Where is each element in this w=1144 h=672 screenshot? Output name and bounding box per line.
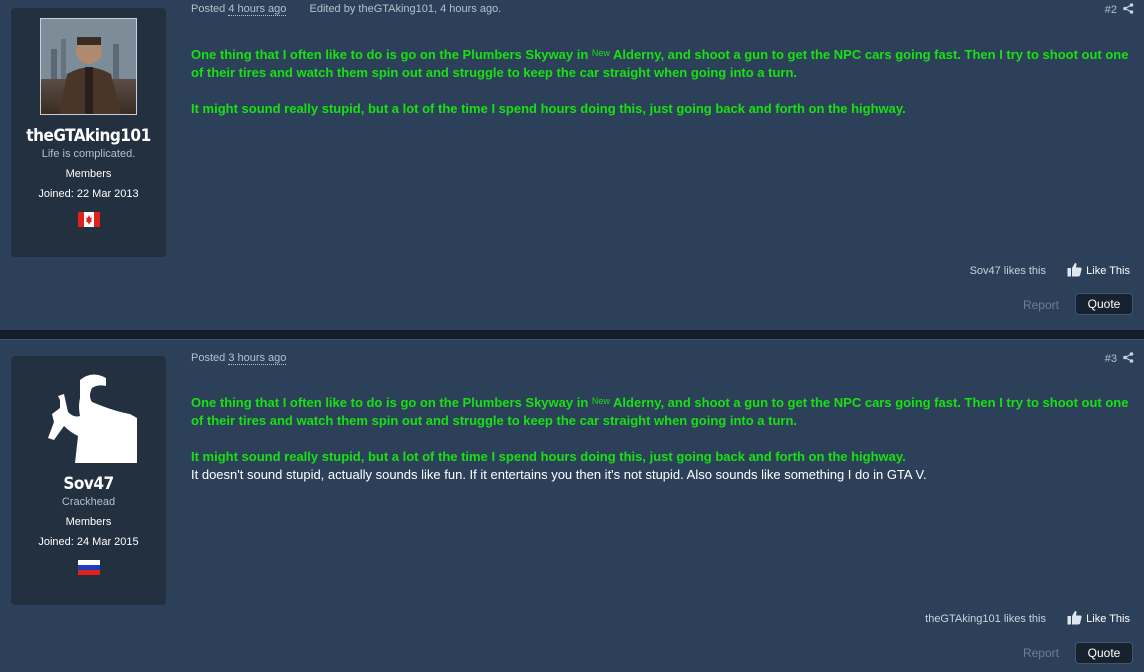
post-body: One thing that I often like to do is go … — [191, 44, 1131, 118]
username[interactable]: theGTAking101 — [11, 126, 166, 146]
post-divider — [0, 330, 1144, 340]
like-label[interactable]: Like This — [1086, 613, 1130, 625]
quoted-paragraph: One thing that I often like to do is go … — [191, 44, 1131, 82]
forum-post: theGTAking101 Life is complicated. Membe… — [0, 0, 1144, 330]
user-title: Life is complicated. — [41, 148, 136, 160]
edited-note: Edited by theGTAking101, 4 hours ago. — [309, 3, 502, 15]
avatar[interactable] — [40, 18, 137, 115]
posted-label: Posted — [191, 3, 226, 15]
quoted-paragraph: One thing that I often like to do is go … — [191, 392, 1131, 430]
like-label[interactable]: Like This — [1086, 265, 1130, 277]
user-title: Crackhead — [61, 496, 116, 508]
user-group: Members — [65, 516, 112, 528]
report-link[interactable]: Report — [1023, 298, 1059, 312]
user-card: theGTAking101 Life is complicated. Membe… — [11, 8, 166, 257]
post-timestamp[interactable]: 3 hours ago — [228, 352, 287, 365]
likes-summary[interactable]: theGTAking101 likes this — [925, 613, 1046, 625]
avatar[interactable] — [40, 366, 137, 463]
username[interactable]: Sov47 — [11, 474, 166, 494]
post-body: One thing that I often like to do is go … — [191, 392, 1131, 484]
quoted-paragraph-2: It might sound really stupid, but a lot … — [191, 101, 906, 116]
like-button[interactable]: Like This — [1067, 610, 1130, 628]
post-number-label[interactable]: #2 — [1105, 4, 1117, 16]
quote-sup: New — [591, 396, 610, 406]
quote-button[interactable]: Quote — [1075, 293, 1133, 315]
quote-button[interactable]: Quote — [1075, 642, 1133, 664]
quote-sup: New — [591, 48, 610, 58]
post-number[interactable]: #2 — [1105, 3, 1134, 17]
post-timestamp[interactable]: 4 hours ago — [228, 3, 287, 16]
like-button[interactable]: Like This — [1067, 262, 1130, 280]
reply-text: It doesn't sound stupid, actually sounds… — [191, 467, 927, 482]
post-meta: Posted 4 hours ago Edited by theGTAking1… — [191, 3, 502, 16]
share-icon[interactable] — [1123, 3, 1134, 17]
russia-flag-icon — [78, 560, 100, 575]
quote-text: One thing that I often like to do is go … — [191, 47, 592, 62]
thumbs-up-icon — [1067, 262, 1082, 280]
canada-flag-icon — [78, 212, 100, 227]
report-link[interactable]: Report — [1023, 646, 1059, 660]
quoted-paragraph-2: It might sound really stupid, but a lot … — [191, 449, 906, 464]
post-number-label[interactable]: #3 — [1105, 353, 1117, 365]
forum-post: Sov47 Crackhead Members Joined: 24 Mar 2… — [0, 340, 1144, 672]
share-icon[interactable] — [1123, 352, 1134, 366]
likes-summary[interactable]: Sov47 likes this — [970, 265, 1046, 277]
thumbs-up-icon — [1067, 610, 1082, 628]
posted-label: Posted — [191, 352, 226, 364]
post-number[interactable]: #3 — [1105, 352, 1134, 366]
user-group: Members — [65, 168, 112, 180]
join-date: Joined: 24 Mar 2015 — [38, 536, 139, 548]
quote-text: One thing that I often like to do is go … — [191, 395, 592, 410]
user-card: Sov47 Crackhead Members Joined: 24 Mar 2… — [11, 356, 166, 605]
join-date: Joined: 22 Mar 2013 — [38, 188, 139, 200]
post-meta: Posted 3 hours ago — [191, 352, 287, 365]
